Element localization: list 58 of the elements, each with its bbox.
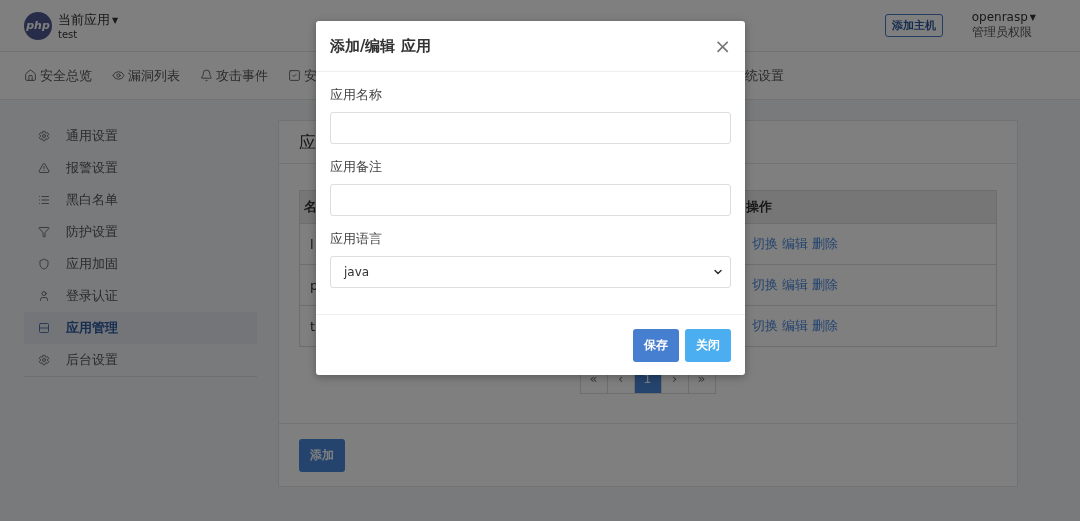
action-link[interactable]: 编辑 bbox=[782, 235, 808, 253]
add-button[interactable]: 添加 bbox=[299, 438, 345, 472]
checkbox-icon bbox=[288, 69, 301, 82]
action-link[interactable]: 删除 bbox=[812, 317, 838, 335]
user-role: 管理员权限 bbox=[971, 24, 1033, 41]
current-app: test bbox=[58, 29, 79, 40]
close-button[interactable]: × bbox=[714, 36, 731, 56]
filter-icon bbox=[38, 226, 50, 238]
eye-icon bbox=[112, 69, 125, 82]
sidebar-item[interactable]: 报警设置 bbox=[24, 152, 257, 184]
action-link[interactable]: 切换 bbox=[752, 235, 778, 253]
action-link[interactable]: 编辑 bbox=[782, 317, 808, 335]
user-icon bbox=[38, 290, 50, 302]
field-label: 应用备注 bbox=[330, 158, 383, 176]
nav-item[interactable]: 统设置 bbox=[745, 66, 784, 85]
table-cell: l bbox=[310, 236, 314, 252]
warning-icon bbox=[38, 162, 50, 174]
gear-icon bbox=[38, 354, 50, 366]
action-link[interactable]: 删除 bbox=[812, 276, 838, 294]
nav-item[interactable]: 攻击事件 bbox=[200, 66, 268, 85]
caret-icon: ▼ bbox=[112, 15, 119, 25]
sidebar-item[interactable]: 防护设置 bbox=[24, 216, 257, 248]
sidebar-item[interactable]: 登录认证 bbox=[24, 280, 257, 312]
column-header: 操作 bbox=[746, 198, 772, 216]
sidebar-item[interactable]: 后台设置 bbox=[24, 344, 257, 376]
app-dropdown[interactable]: 当前应用▼ bbox=[58, 11, 119, 29]
action-link[interactable]: 删除 bbox=[812, 235, 838, 253]
modal-title: 添加/编辑 应用 bbox=[330, 36, 431, 56]
nav-item[interactable]: 安 bbox=[288, 66, 317, 85]
table-cell: t bbox=[310, 318, 316, 334]
card-title: 应 bbox=[299, 130, 316, 154]
shield-icon bbox=[38, 258, 50, 270]
gear-icon bbox=[38, 130, 50, 142]
column-header: 名 bbox=[304, 198, 317, 216]
text-field[interactable] bbox=[330, 112, 731, 144]
sidebar-item[interactable]: 应用管理 bbox=[24, 312, 257, 344]
php-logo: php bbox=[24, 11, 52, 40]
sidebar-item[interactable]: 应用加固 bbox=[24, 248, 257, 280]
nav-item[interactable]: 漏洞列表 bbox=[112, 66, 180, 85]
user-menu[interactable]: openrasp ▼ bbox=[971, 10, 1036, 24]
action-link[interactable]: 切换 bbox=[752, 276, 778, 294]
action-link[interactable]: 切换 bbox=[752, 317, 778, 335]
language-select[interactable]: java bbox=[330, 256, 731, 288]
rows-icon bbox=[38, 322, 50, 334]
house-icon bbox=[24, 69, 37, 82]
save-button[interactable]: 保存 bbox=[633, 328, 679, 362]
close-button[interactable]: 关闭 bbox=[685, 328, 731, 362]
action-link[interactable]: 编辑 bbox=[782, 276, 808, 294]
caret-icon: ▼ bbox=[1029, 12, 1036, 22]
field-label: 应用名称 bbox=[330, 86, 383, 104]
add-host-button[interactable]: 添加主机 bbox=[884, 14, 943, 37]
text-field[interactable] bbox=[330, 184, 731, 216]
nav-item[interactable]: 安全总览 bbox=[24, 66, 92, 85]
list-icon bbox=[38, 194, 50, 206]
field-label: 应用语言 bbox=[330, 230, 383, 248]
bell-icon bbox=[200, 69, 213, 82]
sidebar-item[interactable]: 通用设置 bbox=[24, 120, 257, 152]
sidebar-item[interactable]: 黑白名单 bbox=[24, 184, 257, 216]
